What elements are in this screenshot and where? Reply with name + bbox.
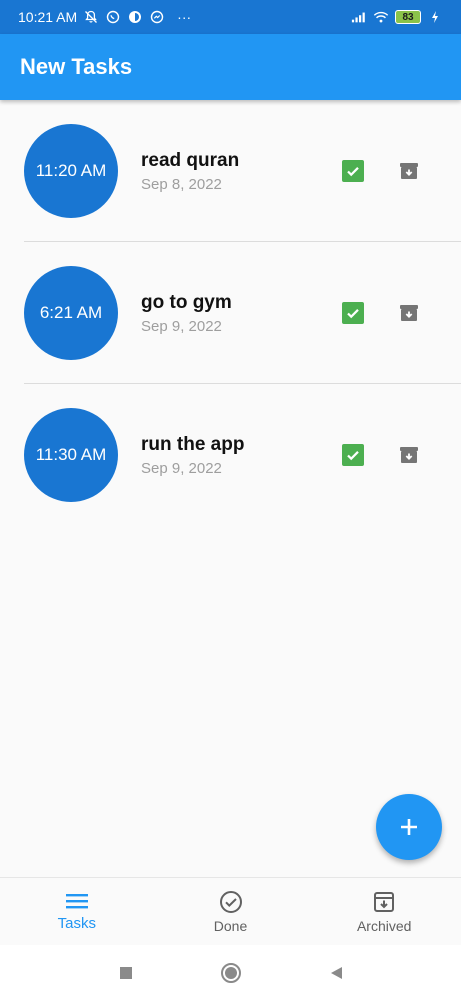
triangle-back-icon <box>330 966 342 979</box>
status-bar: 10:21 AM ··· 83 <box>0 0 461 34</box>
task-time-badge: 11:20 AM <box>24 124 118 218</box>
muted-bell-icon <box>83 9 99 25</box>
archive-button[interactable] <box>398 302 420 324</box>
task-time-badge: 6:21 AM <box>24 266 118 360</box>
circle-icon <box>220 962 241 983</box>
archive-icon <box>400 447 418 463</box>
task-date: Sep 8, 2022 <box>141 176 222 193</box>
task-item[interactable]: 11:20 AM read quran Sep 8, 2022 <box>0 100 461 242</box>
archive-icon <box>374 891 395 912</box>
task-item[interactable]: 11:30 AM run the app Sep 9, 2022 <box>0 384 461 526</box>
checkbox-checked-icon <box>347 167 359 177</box>
mark-done-button[interactable] <box>342 444 364 466</box>
wifi-icon <box>373 9 389 25</box>
messenger-icon <box>149 9 165 25</box>
recent-apps-button[interactable] <box>118 965 134 981</box>
mark-done-button[interactable] <box>342 160 364 182</box>
system-navigation-bar <box>0 945 461 1000</box>
check-circle-icon <box>219 890 242 913</box>
signal-icon <box>351 9 367 25</box>
nav-label: Tasks <box>57 915 96 932</box>
task-list: 11:20 AM read quran Sep 8, 2022 6:21 AM … <box>0 100 461 526</box>
whatsapp-icon <box>105 9 121 25</box>
nav-label: Archived <box>356 917 412 934</box>
charging-icon <box>427 9 443 25</box>
nav-item-done[interactable]: Done <box>154 878 308 945</box>
checkbox-checked-icon <box>347 451 359 461</box>
plus-icon <box>401 819 417 835</box>
nav-label: Done <box>213 917 248 934</box>
task-time-badge: 11:30 AM <box>24 408 118 502</box>
task-date: Sep 9, 2022 <box>141 460 222 477</box>
archive-icon <box>400 163 418 179</box>
battery-indicator: 83 <box>395 10 421 24</box>
nav-item-archived[interactable]: Archived <box>307 878 461 945</box>
square-icon <box>119 966 132 979</box>
task-text: go to gym Sep 9, 2022 <box>141 292 232 335</box>
archive-icon <box>400 305 418 321</box>
more-notifications-icon: ··· <box>177 9 192 25</box>
archive-button[interactable] <box>398 444 420 466</box>
menu-icon <box>65 894 88 909</box>
app-notification-icon <box>127 9 143 25</box>
task-text: read quran Sep 8, 2022 <box>141 150 239 193</box>
task-item[interactable]: 6:21 AM go to gym Sep 9, 2022 <box>0 242 461 384</box>
mark-done-button[interactable] <box>342 302 364 324</box>
bottom-navigation: Tasks Done Archived <box>0 877 461 945</box>
task-date: Sep 9, 2022 <box>141 318 222 335</box>
task-text: run the app Sep 9, 2022 <box>141 434 244 477</box>
checkbox-checked-icon <box>347 309 359 319</box>
page-title: New Tasks <box>20 54 133 79</box>
task-title: read quran <box>141 150 240 171</box>
back-button[interactable] <box>328 965 344 981</box>
app-bar: New Tasks <box>0 34 461 100</box>
task-title: go to gym <box>141 292 232 313</box>
add-task-button[interactable] <box>376 794 442 860</box>
task-title: run the app <box>141 434 245 455</box>
home-button[interactable] <box>220 962 242 984</box>
status-time: 10:21 AM <box>18 9 78 25</box>
nav-item-tasks[interactable]: Tasks <box>0 878 154 945</box>
archive-button[interactable] <box>398 160 420 182</box>
